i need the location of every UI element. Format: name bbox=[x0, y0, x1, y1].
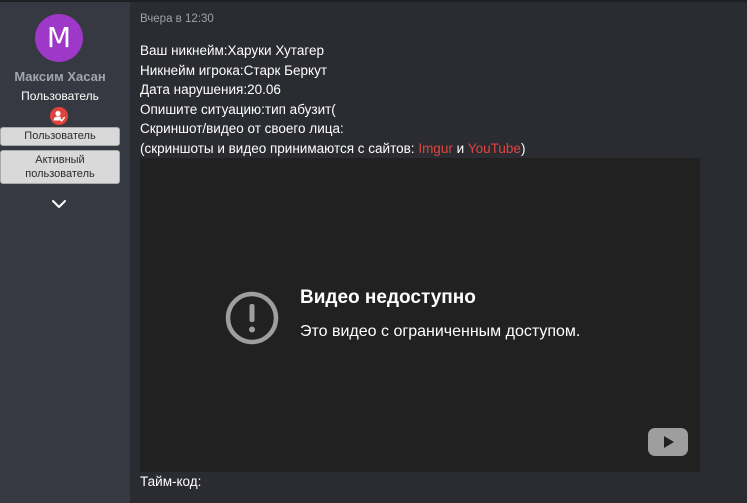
embedded-video[interactable]: Видео недоступно Это видео с ограниченны… bbox=[140, 158, 700, 472]
user-badge-icon bbox=[50, 107, 68, 125]
note-prefix: (скриншоты и видео принимаются с сайтов: bbox=[140, 140, 419, 156]
imgur-link[interactable]: Imgur bbox=[418, 141, 453, 156]
alert-circle-icon bbox=[224, 290, 280, 346]
username-link[interactable]: Максим Хасан bbox=[0, 69, 120, 84]
message-line: Дата нарушения:20.06 bbox=[140, 82, 281, 97]
avatar[interactable]: M bbox=[35, 14, 83, 62]
user-banner-active: Активный пользователь bbox=[0, 150, 120, 184]
message-line: Ваш никнейм:Харуки Хутагер bbox=[140, 43, 324, 58]
note-suffix: ) bbox=[520, 140, 526, 156]
user-banner-user: Пользователь bbox=[0, 127, 120, 146]
message-body: Ваш никнейм:Харуки Хутагер Никнейм игрок… bbox=[140, 41, 740, 158]
note-and: и bbox=[452, 140, 468, 156]
youtube-link[interactable]: YouTube bbox=[468, 141, 521, 156]
message-line: Скриншот/видео от своего лица: bbox=[140, 121, 344, 136]
youtube-logo-icon[interactable] bbox=[648, 428, 688, 456]
chevron-down-icon[interactable] bbox=[51, 197, 67, 209]
video-unavailable-title: Видео недоступно bbox=[300, 287, 476, 308]
message-date-link[interactable]: Вчера в 12:30 bbox=[140, 13, 214, 25]
video-unavailable-subtitle: Это видео с ограниченным доступом. bbox=[300, 323, 581, 340]
message-line: Никнейм игрока:Старк Беркут bbox=[140, 62, 327, 78]
user-title: Пользователь bbox=[21, 89, 99, 103]
timecode-label: Тайм-код: bbox=[140, 474, 202, 489]
message-line: Опишите ситуацию:тип абузит( bbox=[140, 101, 336, 117]
message-user-sidebar: M Максим Хасан Пользователь Пользователь… bbox=[0, 2, 131, 503]
message-note: (скриншоты и видео принимаются с сайтов:… bbox=[140, 139, 740, 159]
